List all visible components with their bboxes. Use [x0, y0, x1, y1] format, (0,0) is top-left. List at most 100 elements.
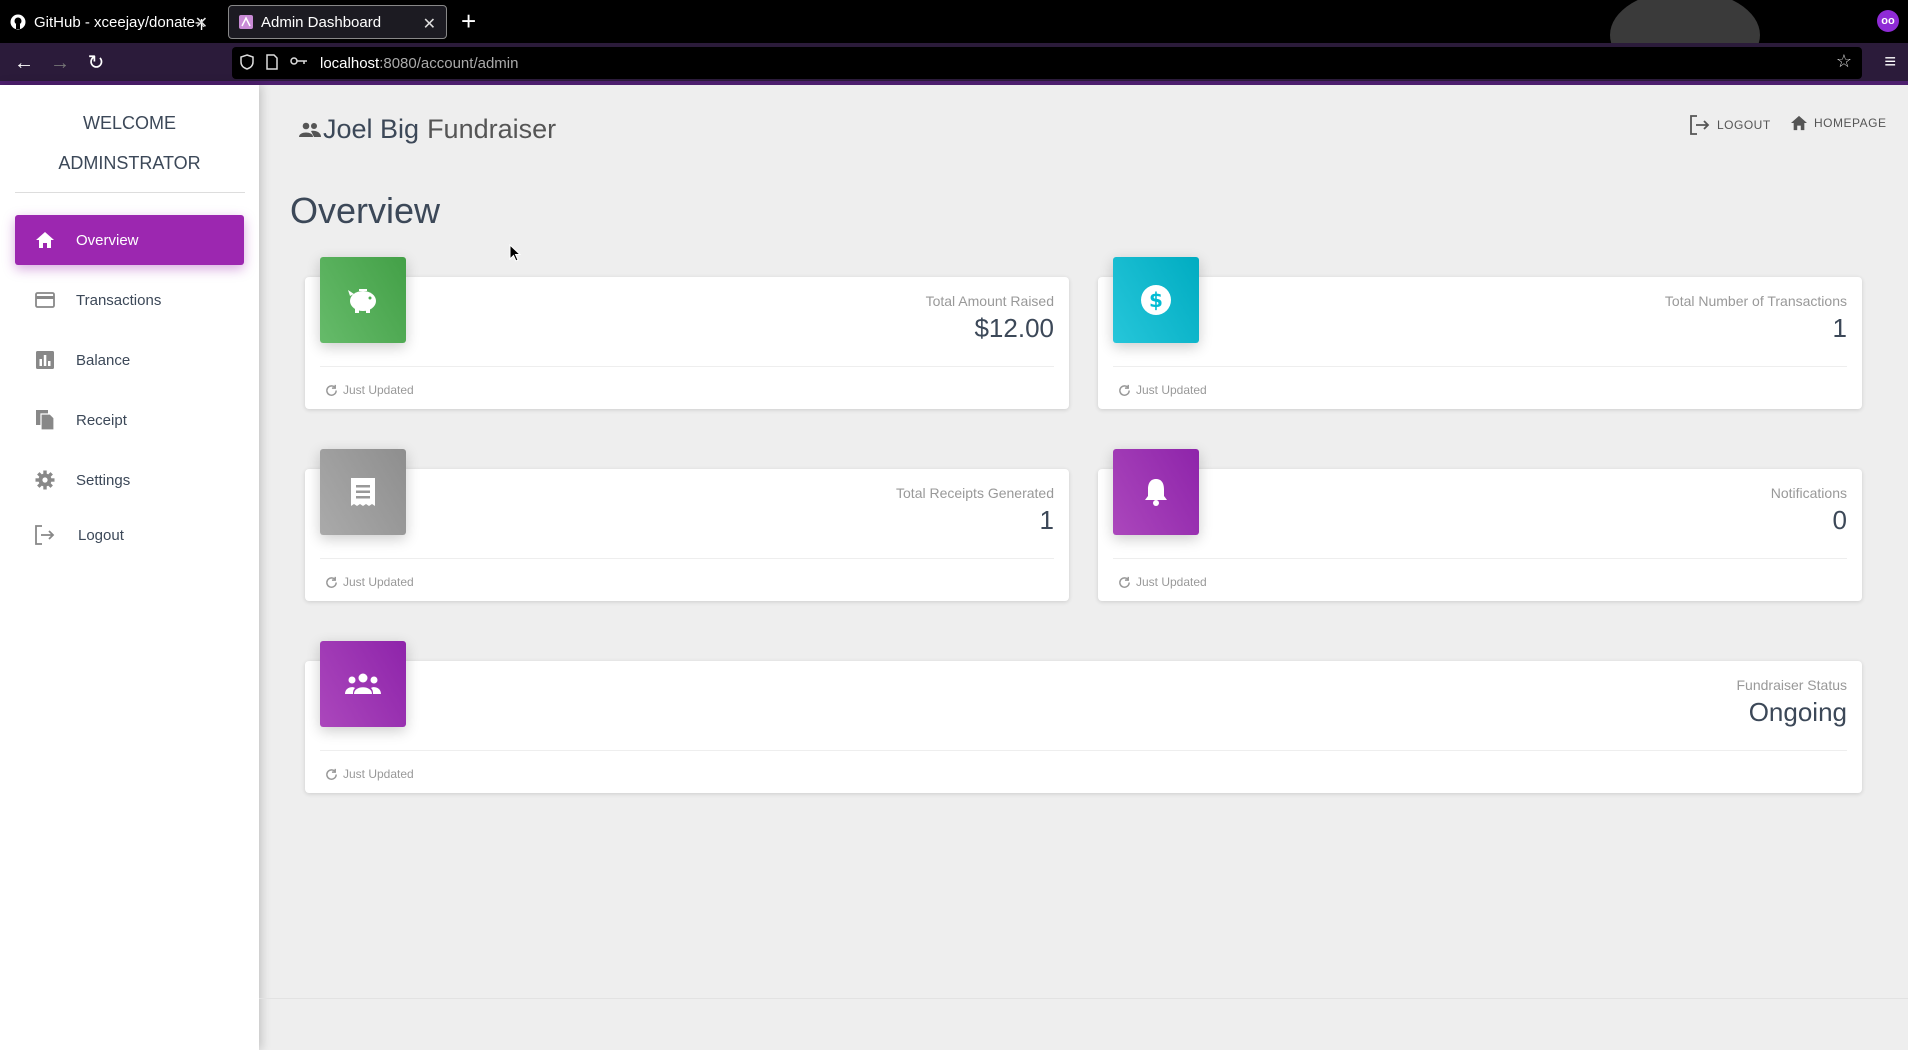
stat-card-notifications: Notifications 0 Just Updated [1098, 449, 1862, 601]
url-text[interactable]: localhost:8080/account/admin [320, 55, 518, 72]
card-icon-box [320, 449, 406, 535]
brand-name: Joel Big [323, 114, 420, 144]
bell-icon [1145, 479, 1167, 506]
mouse-cursor-icon [509, 244, 521, 262]
menu-icon[interactable]: ≡ [1884, 51, 1896, 74]
card-footer: Just Updated [325, 767, 414, 781]
sidebar-item-label: Overview [76, 231, 139, 249]
dollar-circle-icon: $ [1141, 285, 1171, 315]
header-homepage-link[interactable]: HOMEPAGE [1790, 115, 1886, 131]
browser-nav-bar: ← → ↻ localhost:8080/account/admin ☆ ≡ [0, 43, 1908, 85]
card-category: Total Amount Raised [925, 293, 1054, 309]
logout-icon [33, 523, 57, 547]
card-footer-text: Just Updated [343, 575, 414, 589]
browser-tab-bar: GitHub - xceejay/donate-pa ✕ Admin Dashb… [0, 0, 1908, 43]
card-category: Notifications [1770, 485, 1847, 501]
update-icon [326, 768, 337, 780]
stat-card-fundraiser-status: Fundraiser Status Ongoing Just Updated [305, 641, 1862, 793]
new-tab-button[interactable]: + [461, 6, 476, 36]
card-value: 1 [1039, 505, 1054, 535]
update-icon [1119, 384, 1130, 396]
sidebar: WELCOME ADMINSTRATOR Overview Transactio… [0, 85, 259, 1050]
card-footer: Just Updated [325, 575, 414, 589]
home-icon [33, 228, 57, 252]
card-icon-box [320, 641, 406, 727]
card-category: Fundraiser Status [1736, 677, 1848, 693]
documents-icon [33, 408, 57, 432]
shield-icon[interactable] [240, 54, 254, 74]
divider [320, 558, 1054, 559]
homepage-label: HOMEPAGE [1814, 116, 1887, 130]
url-bar[interactable]: localhost:8080/account/admin ☆ [232, 47, 1862, 79]
back-icon[interactable]: ← [12, 52, 36, 74]
sidebar-item-label: Balance [76, 351, 131, 369]
welcome-line: WELCOME [82, 113, 176, 133]
page-title: Overview [290, 190, 441, 231]
card-value: Ongoing [1748, 697, 1847, 727]
card-icon-box [320, 257, 406, 343]
update-icon [1119, 576, 1130, 588]
divider [1113, 558, 1847, 559]
sidebar-item-label: Settings [76, 471, 131, 489]
reload-icon[interactable]: ↻ [84, 52, 108, 74]
card-category: Total Receipts Generated [896, 485, 1054, 501]
firefox-decoration [1610, 0, 1760, 43]
card-value: 1 [1832, 313, 1847, 343]
user-role: ADMINSTRATOR [58, 153, 201, 173]
brand[interactable]: Joel Big Fundraiser [299, 114, 556, 145]
group-icon [345, 673, 381, 694]
sidebar-item-transactions[interactable]: Transactions [15, 275, 244, 325]
sidebar-item-settings[interactable]: Settings [15, 455, 244, 505]
home-icon [1791, 115, 1807, 131]
card-footer-text: Just Updated [343, 767, 414, 781]
github-icon [10, 14, 26, 30]
update-icon [326, 384, 337, 396]
divider [1113, 366, 1847, 367]
main-content: Joel Big Fundraiser LOGOUT HOMEPAGE Over… [259, 85, 1908, 1050]
welcome-text: WELCOME ADMINSTRATOR [0, 103, 259, 183]
favicon-icon [239, 15, 253, 29]
bookmark-star-icon[interactable]: ☆ [1836, 51, 1852, 72]
sidebar-item-receipt[interactable]: Receipt [15, 395, 244, 445]
card-icon-box: $ [1113, 257, 1199, 343]
footer-divider [259, 998, 1908, 999]
logout-label: LOGOUT [1717, 118, 1771, 132]
logout-icon [1690, 115, 1710, 135]
browser-tab-admin-dashboard[interactable]: Admin Dashboard ✕ [228, 5, 447, 39]
card-value: $12.00 [974, 313, 1054, 343]
tab-title: GitHub - xceejay/donate-pa [34, 13, 204, 31]
card-footer: Just Updated [1118, 383, 1207, 397]
card-icon-box [1113, 449, 1199, 535]
receipt-icon [351, 478, 375, 506]
key-icon[interactable] [290, 54, 308, 71]
card-footer-text: Just Updated [1136, 383, 1207, 397]
page-icon[interactable] [266, 54, 278, 74]
divider [320, 750, 1847, 751]
gear-icon [33, 468, 57, 492]
stat-card-receipts: Total Receipts Generated 1 Just Updated [305, 449, 1069, 601]
sidebar-item-balance[interactable]: Balance [15, 335, 244, 385]
credit-card-icon [33, 288, 57, 312]
forward-icon[interactable]: → [48, 52, 72, 74]
close-tab-icon[interactable]: ✕ [423, 14, 436, 34]
stat-card-transactions: $ Total Number of Transactions 1 Just Up… [1098, 257, 1862, 409]
tab-title: Admin Dashboard [261, 13, 382, 31]
card-footer: Just Updated [325, 383, 414, 397]
profile-icon[interactable]: oo [1877, 10, 1899, 32]
svg-text:$: $ [1149, 288, 1163, 312]
browser-tab-github[interactable]: GitHub - xceejay/donate-pa ✕ [0, 5, 218, 39]
card-value: 0 [1832, 505, 1847, 535]
sidebar-item-logout[interactable]: Logout [15, 510, 244, 560]
header-logout-link[interactable]: LOGOUT [1689, 115, 1771, 135]
sidebar-item-label: Logout [78, 526, 124, 544]
card-footer-text: Just Updated [1136, 575, 1207, 589]
sidebar-item-label: Transactions [76, 291, 162, 309]
piggy-bank-icon [348, 289, 376, 313]
close-tab-icon[interactable]: ✕ [195, 13, 208, 33]
card-category: Total Number of Transactions [1664, 293, 1847, 309]
divider [15, 192, 245, 193]
divider [320, 366, 1054, 367]
update-icon [326, 576, 337, 588]
stat-card-amount-raised: Total Amount Raised $12.00 Just Updated [305, 257, 1069, 409]
sidebar-item-overview[interactable]: Overview [15, 215, 244, 265]
